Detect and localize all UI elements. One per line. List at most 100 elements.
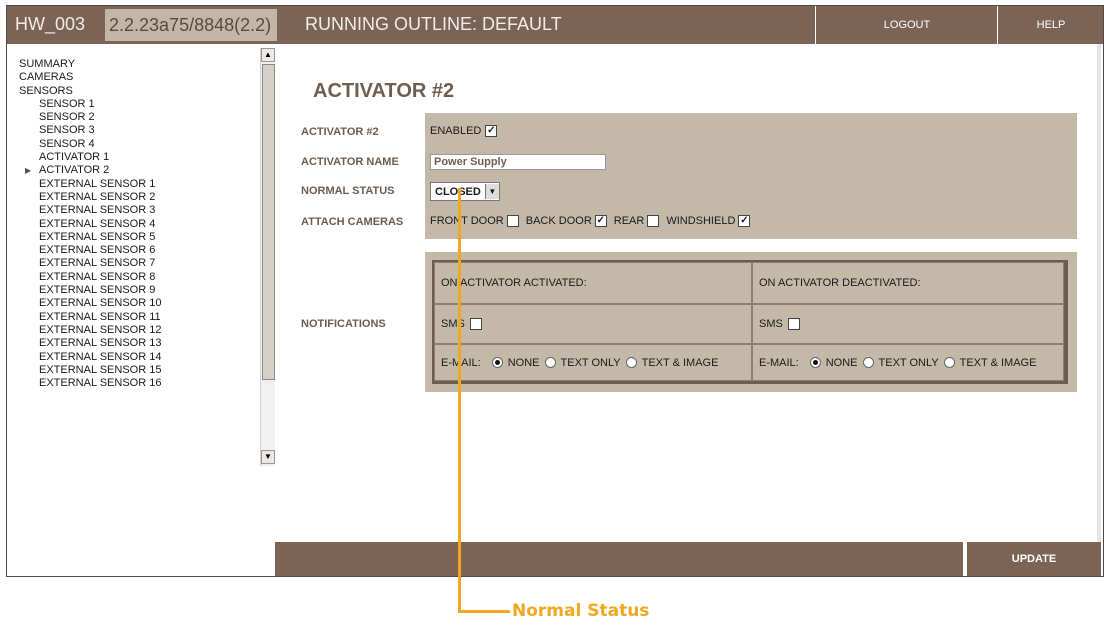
expand-arrow-icon[interactable]: ▶ <box>25 164 39 177</box>
sidebar-item-label: EXTERNAL SENSOR 3 <box>39 204 156 217</box>
callout-label: Normal Status <box>512 601 650 621</box>
activator-name-input[interactable] <box>430 154 606 170</box>
sidebar-item-label: ACTIVATOR 2 <box>39 164 110 177</box>
deactivated-email-cell: E-MAIL: NONE TEXT ONLY TEXT & IMAGE <box>752 344 1064 381</box>
bottom-bar: UPDATE <box>275 542 1101 576</box>
sidebar-item[interactable]: EXTERNAL SENSOR 12 <box>19 324 263 337</box>
camera-label: REAR <box>613 215 645 227</box>
running-outline: RUNNING OUTLINE: DEFAULT <box>305 14 562 34</box>
sidebar-item-label: ACTIVATOR 1 <box>39 151 110 164</box>
sidebar-item[interactable]: EXTERNAL SENSOR 15 <box>19 364 263 377</box>
sidebar-item[interactable]: SENSOR 3 <box>19 124 263 137</box>
scroll-up-icon[interactable]: ▲ <box>261 48 275 62</box>
name-control <box>430 154 606 170</box>
normal-status-label: NORMAL STATUS <box>301 185 395 197</box>
enabled-control: ENABLED ✓ <box>430 125 498 137</box>
sidebar-item[interactable]: EXTERNAL SENSOR 5 <box>19 231 263 244</box>
sidebar-item-label: EXTERNAL SENSOR 7 <box>39 257 156 270</box>
camera-checkbox[interactable] <box>647 215 660 227</box>
sidebar-item-label: SENSOR 3 <box>39 124 95 137</box>
sidebar-item-label: EXTERNAL SENSOR 1 <box>39 177 156 190</box>
camera-checkboxes: FRONT DOOR BACK DOOR ✓ REAR WINDSHIELD ✓ <box>430 215 754 227</box>
sidebar-item[interactable]: EXTERNAL SENSOR 4 <box>19 218 263 231</box>
sidebar-item[interactable]: CAMERAS <box>19 71 263 84</box>
notifications-table: ON ACTIVATOR ACTIVATED: ON ACTIVATOR DEA… <box>432 260 1068 384</box>
deactivated-sms-cell: SMS <box>752 304 1064 344</box>
sidebar-item-label: EXTERNAL SENSOR 8 <box>39 270 156 283</box>
enabled-checkbox[interactable]: ✓ <box>485 125 498 137</box>
deactivated-header: ON ACTIVATOR DEACTIVATED: <box>752 262 1064 304</box>
email-radio[interactable] <box>491 357 503 368</box>
sidebar-item-label: EXTERNAL SENSOR 4 <box>39 217 156 230</box>
chevron-down-icon[interactable]: ▼ <box>484 184 499 199</box>
sidebar-item[interactable]: EXTERNAL SENSOR 7 <box>19 257 263 270</box>
sidebar-item[interactable]: SENSOR 1 <box>19 98 263 111</box>
enabled-label: ENABLED <box>430 125 482 137</box>
page-title: ACTIVATOR #2 <box>313 80 455 102</box>
sidebar-item[interactable]: SENSOR 4 <box>19 138 263 151</box>
sidebar-item[interactable]: EXTERNAL SENSOR 13 <box>19 337 263 350</box>
sidebar-item[interactable]: EXTERNAL SENSOR 2 <box>19 191 263 204</box>
sidebar-item[interactable]: EXTERNAL SENSOR 3 <box>19 204 263 217</box>
notifications-label: NOTIFICATIONS <box>301 318 386 330</box>
sidebar-item[interactable]: ACTIVATOR 1 <box>19 151 263 164</box>
sidebar-item-label: EXTERNAL SENSOR 6 <box>39 244 156 257</box>
firmware-version: 2.2.23a75/8848(2.2) <box>105 9 277 41</box>
camera-checkbox[interactable]: ✓ <box>594 215 607 227</box>
activated-header: ON ACTIVATOR ACTIVATED: <box>434 262 752 304</box>
callout-line-horizontal <box>458 610 510 613</box>
sidebar-scrollbar[interactable]: ▲ ▼ <box>260 48 276 466</box>
sidebar-item[interactable]: ▶ ACTIVATOR 2 <box>19 164 263 177</box>
email-radio[interactable] <box>544 357 556 368</box>
scroll-down-icon[interactable]: ▼ <box>261 450 275 464</box>
camera-checkbox[interactable]: ✓ <box>738 215 751 227</box>
email-radio[interactable] <box>862 357 874 368</box>
top-bar: HW_003 2.2.23a75/8848(2.2) RUNNING OUTLI… <box>7 6 1103 44</box>
activator-name-label: ACTIVATOR NAME <box>301 156 399 168</box>
sidebar-item[interactable]: EXTERNAL SENSOR 16 <box>19 377 263 390</box>
email-option-label: TEXT & IMAGE <box>641 356 719 369</box>
sidebar-item[interactable]: EXTERNAL SENSOR 6 <box>19 244 263 257</box>
sidebar-item[interactable]: ▶SENSORS <box>19 85 263 98</box>
email-radio[interactable] <box>625 357 637 368</box>
sidebar-item[interactable]: SUMMARY <box>19 58 263 71</box>
sidebar-item[interactable]: SENSOR 2 <box>19 111 263 124</box>
sidebar-item-label: SENSOR 4 <box>39 137 95 150</box>
email-radio[interactable] <box>943 357 955 368</box>
sidebar-item[interactable]: EXTERNAL SENSOR 9 <box>19 284 263 297</box>
sidebar-item-label: EXTERNAL SENSOR 16 <box>39 377 162 390</box>
sidebar-item-label: SUMMARY <box>19 58 76 70</box>
main-scrollbar[interactable] <box>1097 44 1101 542</box>
notifications-panel: ON ACTIVATOR ACTIVATED: ON ACTIVATOR DEA… <box>425 252 1077 392</box>
email-option-label: TEXT & IMAGE <box>959 356 1037 369</box>
host-name: HW_003 <box>15 14 86 34</box>
normal-status-select[interactable]: CLOSED ▼ <box>430 182 500 201</box>
camera-label: FRONT DOOR <box>430 215 504 227</box>
update-button[interactable]: UPDATE <box>963 542 1101 576</box>
camera-checkbox[interactable] <box>506 215 519 227</box>
sidebar-item[interactable]: EXTERNAL SENSOR 8 <box>19 271 263 284</box>
sidebar-item-label: EXTERNAL SENSOR 5 <box>39 230 156 243</box>
logout-button[interactable]: LOGOUT <box>815 6 998 44</box>
sidebar-item-label: EXTERNAL SENSOR 15 <box>39 363 162 376</box>
sidebar-item[interactable]: EXTERNAL SENSOR 14 <box>19 351 263 364</box>
sidebar-item[interactable]: EXTERNAL SENSOR 11 <box>19 311 263 324</box>
camera-label: BACK DOOR <box>525 215 592 227</box>
sidebar-item[interactable]: EXTERNAL SENSOR 10 <box>19 297 263 310</box>
help-button[interactable]: HELP <box>997 6 1103 44</box>
email-option-label: NONE <box>825 356 858 369</box>
sidebar-item-label: SENSORS <box>19 84 73 97</box>
sidebar-item-label: EXTERNAL SENSOR 10 <box>39 297 162 310</box>
sidebar-item[interactable]: EXTERNAL SENSOR 1 <box>19 178 263 191</box>
sidebar: SUMMARYCAMERAS▶SENSORSSENSOR 1SENSOR 2SE… <box>7 44 276 576</box>
sidebar-item-label: SENSOR 2 <box>39 111 95 124</box>
email-option-label: NONE <box>507 356 540 369</box>
nav-tree: SUMMARYCAMERAS▶SENSORSSENSOR 1SENSOR 2SE… <box>19 58 263 456</box>
email-option-label: TEXT ONLY <box>878 356 939 369</box>
activated-sms-checkbox[interactable] <box>469 318 482 330</box>
attach-cameras-label: ATTACH CAMERAS <box>301 216 404 228</box>
app-window: HW_003 2.2.23a75/8848(2.2) RUNNING OUTLI… <box>6 5 1104 577</box>
scroll-thumb[interactable] <box>262 64 275 380</box>
deactivated-sms-checkbox[interactable] <box>787 318 800 330</box>
email-radio[interactable] <box>809 357 821 368</box>
